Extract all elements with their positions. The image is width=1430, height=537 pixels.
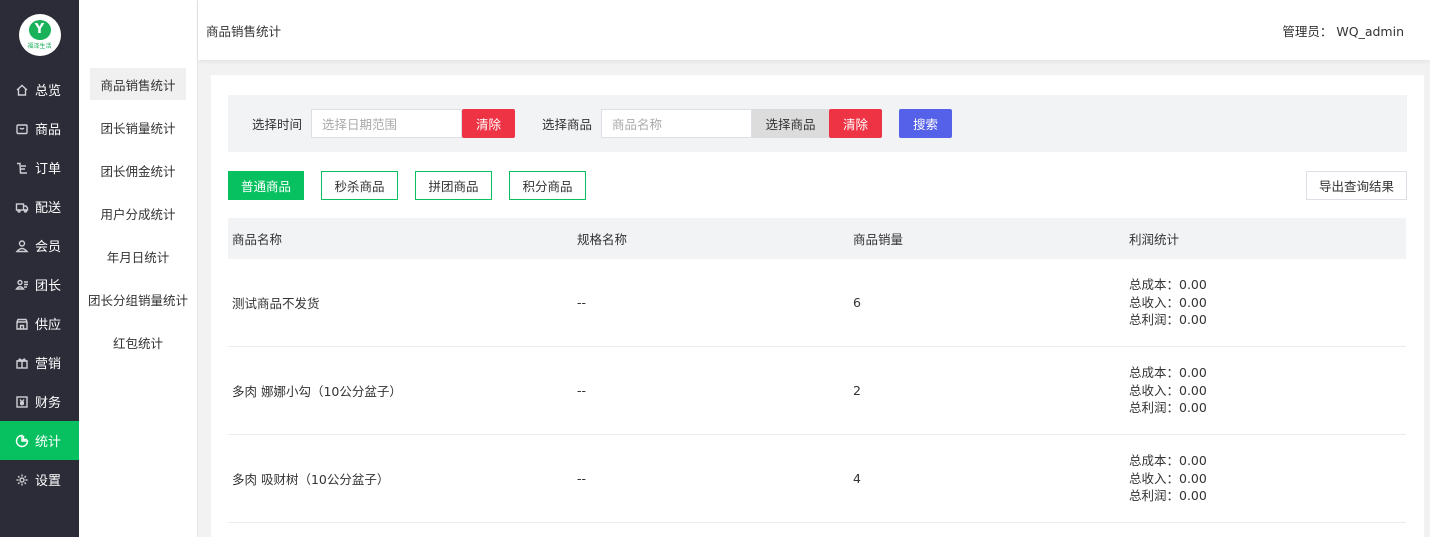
sub-sidebar: 商品销售统计 团长销量统计 团长佣金统计 用户分成统计 年月日统计 团长分组销量… [79, 0, 198, 537]
goods-type-tabs: 普通商品 秒杀商品 拼团商品 积分商品 导出查询结果 [228, 171, 1407, 200]
order-icon [15, 161, 29, 175]
home-icon [15, 83, 29, 97]
nav-label: 订单 [35, 162, 62, 177]
clear-date-button[interactable]: 清除 [462, 109, 516, 138]
nav-item-delivery[interactable]: 配送 [0, 187, 79, 226]
nav-label: 总览 [35, 84, 62, 99]
cell-spec-name: -- [577, 383, 587, 398]
nav-label: 营销 [35, 357, 62, 372]
sales-table: 商品名称 规格名称 商品销量 利润统计 测试商品不发货 -- 6 总成本：0.0… [228, 218, 1406, 523]
logo-mark: Y [28, 20, 51, 40]
cell-profit: 总成本：0.00 总收入：0.00 总利润：0.00 [1129, 452, 1406, 505]
nav-item-group-leader[interactable]: 团长 [0, 265, 79, 304]
total-income: 总收入：0.00 [1129, 382, 1207, 398]
nav-item-overview[interactable]: 总览 [0, 70, 79, 109]
header-spec-name: 规格名称 [577, 232, 628, 247]
header-profit: 利润统计 [1129, 232, 1180, 247]
nav-item-supply[interactable]: 供应 [0, 304, 79, 343]
nav-item-settings[interactable]: 设置 [0, 460, 79, 499]
logo-text: 福泽生活 [27, 43, 52, 50]
cell-goods-name: 测试商品不发货 [232, 296, 320, 311]
export-results-button[interactable]: 导出查询结果 [1306, 171, 1407, 200]
tab-group-buy-goods[interactable]: 拼团商品 [415, 171, 492, 200]
table-row: 多肉 娜娜小勾（10公分盆子） -- 2 总成本：0.00 总收入：0.00 总… [228, 347, 1406, 435]
nav-label: 统计 [35, 435, 62, 450]
cell-spec-name: -- [577, 471, 587, 486]
cell-goods-name: 多肉 娜娜小勾（10公分盆子） [232, 384, 402, 399]
total-income: 总收入：0.00 [1129, 470, 1207, 486]
search-button[interactable]: 搜索 [899, 109, 953, 138]
nav-label: 财务 [35, 396, 62, 411]
header-sales: 商品销量 [853, 232, 904, 247]
subnav-item-goods-sales[interactable]: 商品销售统计 [90, 68, 186, 100]
filter-bar: 选择时间 选择日期范围 清除 选择商品 商品名称 选择商品 清除 搜索 [228, 95, 1407, 152]
nav-item-orders[interactable]: 订单 [0, 148, 79, 187]
goods-name-input[interactable]: 商品名称 [601, 109, 753, 138]
goods-icon [15, 122, 29, 136]
nav-label: 商品 [35, 123, 62, 138]
finance-icon [15, 395, 29, 409]
total-cost: 总成本：0.00 [1129, 453, 1207, 469]
cell-sales: 4 [853, 471, 861, 486]
nav-label: 供应 [35, 318, 62, 333]
subnav-item-date-stats[interactable]: 年月日统计 [90, 240, 186, 272]
nav-item-goods[interactable]: 商品 [0, 109, 79, 148]
total-profit: 总利润：0.00 [1129, 400, 1207, 416]
nav-item-marketing[interactable]: 营销 [0, 343, 79, 382]
subnav-item-red-packet[interactable]: 红包统计 [90, 326, 186, 358]
gift-icon [15, 356, 29, 370]
goods-label: 选择商品 [542, 117, 593, 132]
nav-label: 团长 [35, 279, 62, 294]
group-leader-icon [15, 278, 29, 292]
logo[interactable]: Y 福泽生活 [18, 14, 61, 56]
main-sidebar: Y 福泽生活 总览 商品 订单 配送 会员 团长 供应 营销 财务 统计 设置 [0, 0, 79, 537]
user-icon [15, 239, 29, 253]
total-profit: 总利润：0.00 [1129, 312, 1207, 328]
subnav-item-leader-sales[interactable]: 团长销量统计 [90, 111, 186, 143]
cell-profit: 总成本：0.00 总收入：0.00 总利润：0.00 [1129, 364, 1406, 417]
total-profit: 总利润：0.00 [1129, 488, 1207, 504]
table-row: 多肉 吸财树（10公分盆子） -- 4 总成本：0.00 总收入：0.00 总利… [228, 435, 1406, 523]
nav-item-finance[interactable]: 财务 [0, 382, 79, 421]
cell-sales: 6 [853, 295, 861, 310]
gear-icon [15, 473, 29, 487]
tab-flash-sale-goods[interactable]: 秒杀商品 [321, 171, 398, 200]
delivery-icon [15, 200, 29, 214]
cell-profit: 总成本：0.00 总收入：0.00 总利润：0.00 [1129, 276, 1406, 329]
table-header: 商品名称 规格名称 商品销量 利润统计 [228, 218, 1406, 259]
nav-label: 设置 [35, 474, 62, 489]
nav-label: 配送 [35, 201, 62, 216]
nav-item-statistics[interactable]: 统计 [0, 421, 79, 460]
supply-icon [15, 317, 29, 331]
date-range-input[interactable]: 选择日期范围 [311, 109, 463, 138]
header-goods-name: 商品名称 [232, 232, 283, 247]
logo-area: Y 福泽生活 [0, 0, 79, 70]
cell-spec-name: -- [577, 295, 587, 310]
table-row: 测试商品不发货 -- 6 总成本：0.00 总收入：0.00 总利润：0.00 [228, 259, 1406, 347]
total-cost: 总成本：0.00 [1129, 365, 1207, 381]
breadcrumb-title: 商品销售统计 [206, 23, 282, 39]
cell-goods-name: 多肉 吸财树（10公分盆子） [232, 472, 390, 487]
clear-goods-button[interactable]: 清除 [829, 109, 883, 138]
admin-label[interactable]: 管理员： WQ_admin [1282, 21, 1404, 40]
tab-normal-goods[interactable]: 普通商品 [228, 171, 304, 200]
top-header: 商品销售统计 管理员： WQ_admin [198, 0, 1430, 60]
main-panel: 选择时间 选择日期范围 清除 选择商品 商品名称 选择商品 清除 搜索 普通商品… [211, 75, 1424, 537]
total-income: 总收入：0.00 [1129, 294, 1207, 310]
tab-points-goods[interactable]: 积分商品 [509, 171, 586, 200]
pie-chart-icon [15, 434, 29, 448]
time-label: 选择时间 [252, 117, 303, 132]
cell-sales: 2 [853, 383, 861, 398]
select-goods-button[interactable]: 选择商品 [752, 109, 830, 138]
subnav-item-leader-commission[interactable]: 团长佣金统计 [90, 154, 186, 186]
total-cost: 总成本：0.00 [1129, 277, 1207, 293]
nav-item-members[interactable]: 会员 [0, 226, 79, 265]
nav-label: 会员 [35, 240, 62, 255]
subnav-item-user-share[interactable]: 用户分成统计 [90, 197, 186, 229]
subnav-item-leader-group-sales[interactable]: 团长分组销量统计 [88, 283, 188, 315]
